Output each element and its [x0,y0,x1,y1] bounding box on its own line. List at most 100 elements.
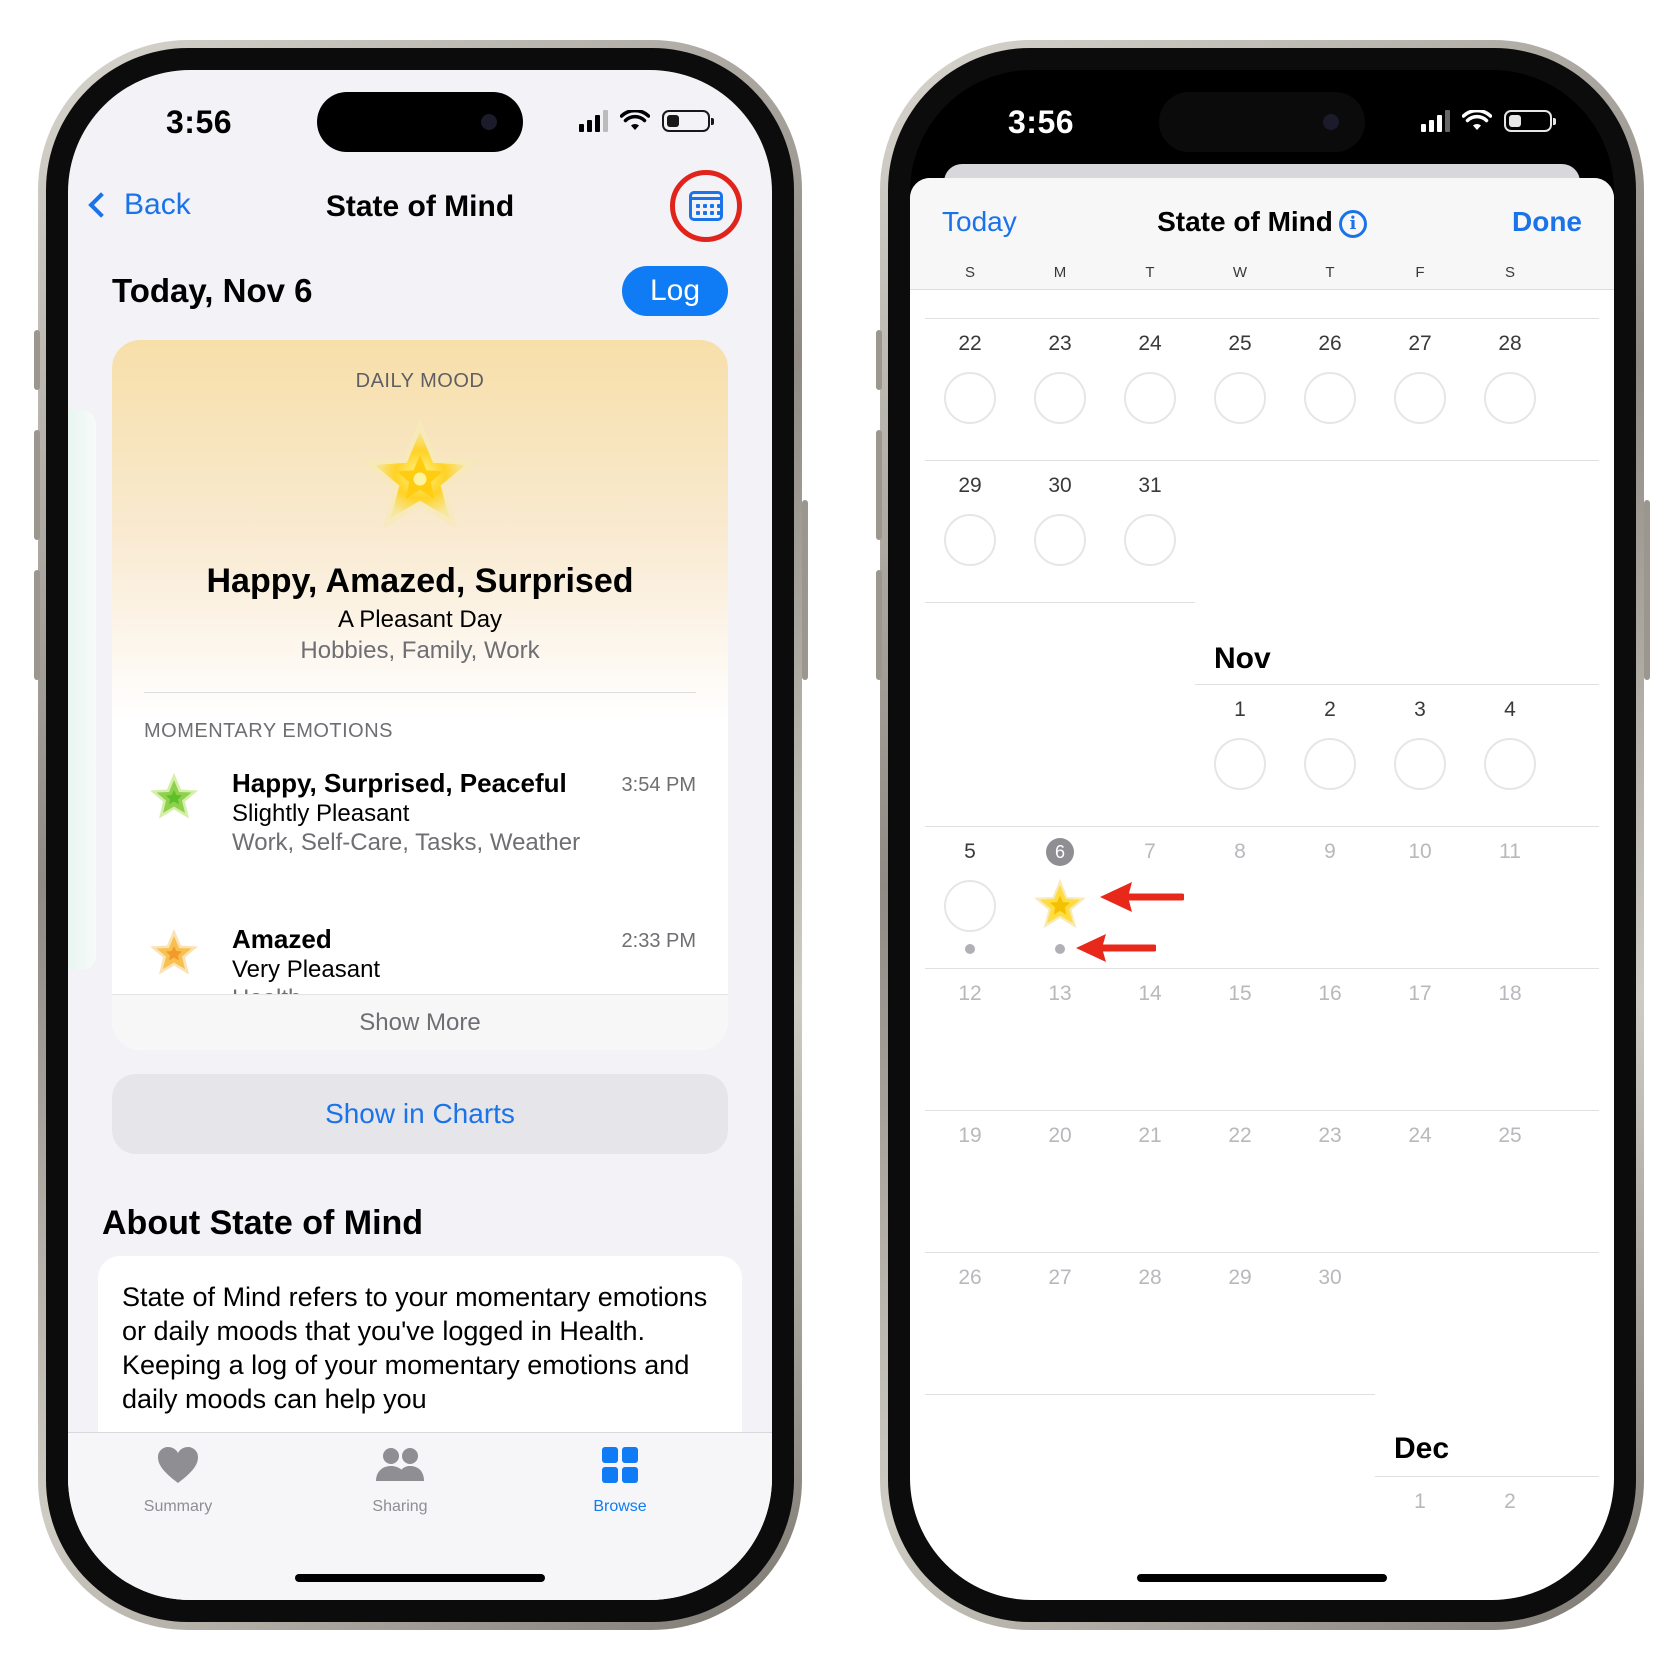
dynamic-island [317,92,523,152]
day-number: 31 [1138,474,1162,497]
empty-day-ring[interactable] [1034,514,1086,566]
calendar-button[interactable] [670,170,742,242]
day-number: 24 [1138,332,1162,355]
empty-day-ring[interactable] [1124,514,1176,566]
day-number: 14 [1138,982,1162,1005]
emotion-time: 3:54 PM [621,774,696,796]
empty-day-ring[interactable] [944,372,996,424]
page-title: State of Mind [325,190,515,223]
done-button[interactable]: Done [1512,206,1582,238]
daily-mood-kicker: DAILY MOOD [355,370,485,392]
month-label-nov: Nov [1214,642,1271,675]
side-button [1644,500,1650,680]
weekday-label: F [1415,264,1425,281]
home-indicator[interactable] [1137,1574,1387,1582]
day-number: 10 [1408,840,1432,863]
day-number: 30 [1048,474,1072,497]
day-number: 1 [1234,698,1246,721]
empty-day-ring[interactable] [1394,372,1446,424]
empty-day-ring[interactable] [944,880,996,932]
emotion-title: Happy, Surprised, Peaceful [232,768,567,798]
empty-day-ring[interactable] [1124,372,1176,424]
calendar-icon [689,191,723,221]
daily-mood-subtitle: A Pleasant Day [337,606,503,633]
status-icons [579,110,714,132]
today-date-badge[interactable]: 6 [1046,838,1074,866]
day-number: 29 [1228,1266,1252,1289]
tab-summary[interactable]: Summary [108,1445,248,1516]
day-number: 7 [1144,840,1156,863]
emotion-text: Happy, Surprised, Peaceful Slightly Plea… [232,768,586,857]
sheet-header: Today State of Mind i Done S M T W T F S [910,178,1614,290]
wifi-icon [620,110,650,130]
empty-day-ring[interactable] [944,514,996,566]
cellular-signal-icon [579,110,608,132]
day-number: 27 [1048,1266,1072,1289]
day-number: 2 [1504,1490,1516,1513]
momentary-emotions-kicker: MOMENTARY EMOTIONS [144,720,394,742]
navigation-bar: Back State of Mind [68,170,772,248]
weekday-label: T [1145,264,1155,281]
daily-mood-card: DAILY MOOD Happy, Amazed, Surprised A Pl… [112,340,728,1050]
battery-icon [1504,110,1556,132]
emotion-row[interactable]: Amazed Very Pleasant Health 2:33 PM [144,924,696,994]
orange-star-icon [150,929,198,975]
day-number: 21 [1138,1124,1162,1147]
week-separator [1195,684,1599,685]
side-button [876,430,882,540]
weekday-label: S [964,264,975,281]
tab-label: Browse [593,1498,647,1515]
green-star-icon [150,773,198,819]
empty-day-ring[interactable] [1214,372,1266,424]
month-label-dec: Dec [1394,1432,1450,1465]
day-number: 16 [1318,982,1342,1005]
empty-day-ring[interactable] [1034,372,1086,424]
empty-day-ring[interactable] [1304,738,1356,790]
mood-star-icon[interactable] [1031,877,1089,935]
sheet-title-text: State of Mind [1157,206,1333,237]
left-phone-frame: 3:56 Back State of Mind Today, Nov 6 Log… [38,40,802,1630]
previous-card-peek[interactable] [68,410,96,970]
info-icon[interactable]: i [1338,210,1367,238]
day-number: 19 [958,1124,982,1147]
status-icons [1421,110,1556,132]
people-icon [376,1448,424,1481]
side-button [876,330,882,390]
day-number: 28 [1498,332,1522,355]
week-separator [925,1252,1599,1253]
show-in-charts-button[interactable]: Show in Charts [112,1074,728,1154]
day-number: 2 [1324,698,1336,721]
empty-day-ring[interactable] [1484,372,1536,424]
emotion-title: Amazed [232,924,332,954]
day-number: 5 [964,840,976,863]
day-number: 15 [1228,982,1252,1005]
day-number: 23 [1048,332,1072,355]
day-number: 4 [1504,698,1516,721]
left-phone-bezel: 3:56 Back State of Mind Today, Nov 6 Log… [46,48,794,1622]
week-separator [1375,1476,1599,1477]
wifi-icon [1462,110,1492,130]
day-number: 29 [958,474,982,497]
cellular-signal-icon [1421,110,1450,132]
day-number: 9 [1324,840,1336,863]
day-number: 24 [1408,1124,1432,1147]
empty-day-ring[interactable] [1304,372,1356,424]
day-number: 26 [1318,332,1342,355]
day-number: 1 [1414,1490,1426,1513]
emotion-row[interactable]: Happy, Surprised, Peaceful Slightly Plea… [144,768,696,898]
tab-sharing[interactable]: Sharing [330,1445,470,1516]
home-indicator[interactable] [295,1574,545,1582]
show-more-button[interactable]: Show More [112,994,728,1050]
status-bar: 3:56 [910,70,1614,170]
emotion-time: 2:33 PM [621,930,696,952]
tab-browse[interactable]: Browse [550,1445,690,1516]
log-button[interactable]: Log [622,266,728,316]
empty-day-ring[interactable] [1214,738,1266,790]
right-phone-frame: 3:56 Today State of Mind i Done S M T W … [880,40,1644,1630]
day-number: 23 [1318,1124,1342,1147]
month-end-separator [925,602,1195,603]
weekday-header: S M T W T F S [910,264,1614,290]
empty-day-ring[interactable] [1394,738,1446,790]
empty-day-ring[interactable] [1484,738,1536,790]
about-description: State of Mind refers to your momentary e… [98,1256,742,1456]
